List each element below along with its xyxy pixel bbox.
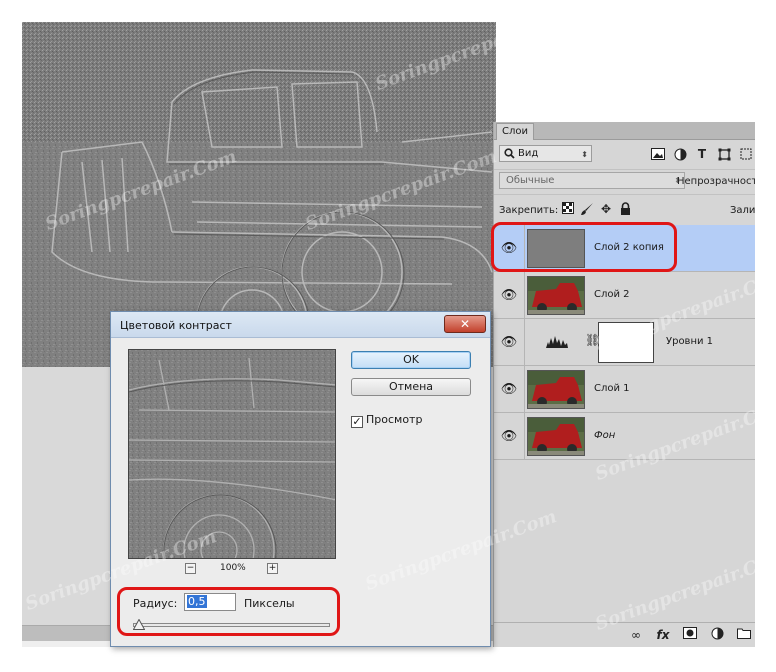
blend-mode-value: Обычные bbox=[506, 175, 555, 186]
layers-panel: Слои Вид ⬍ T Обычные ⬍ Непрозрачнос Закр… bbox=[493, 122, 755, 647]
lock-transparent-pixels-icon[interactable] bbox=[561, 202, 575, 216]
tab-layers[interactable]: Слои bbox=[496, 123, 534, 140]
lock-row: Закрепить: ✥ Залив bbox=[494, 194, 755, 222]
levels-histogram-icon bbox=[546, 336, 568, 348]
eye-visibility-icon[interactable]: 👁 bbox=[494, 272, 525, 318]
layer-name[interactable]: Слой 2 bbox=[594, 289, 630, 300]
add-mask-icon[interactable] bbox=[681, 627, 699, 643]
layer-filter-row: Вид ⬍ T bbox=[494, 141, 755, 166]
eye-visibility-icon[interactable]: 👁 bbox=[494, 413, 525, 459]
layer-row-slot-1[interactable]: 👁 Слой 1 bbox=[494, 366, 755, 413]
layer-name[interactable]: Уровни 1 bbox=[666, 336, 713, 347]
dialog-title: Цветовой контраст bbox=[120, 319, 232, 332]
zoom-in-button[interactable]: + bbox=[267, 563, 278, 574]
lock-all-icon[interactable] bbox=[618, 202, 632, 216]
lock-position-move-icon[interactable]: ✥ bbox=[599, 202, 613, 216]
fill-label: Залив bbox=[730, 205, 755, 216]
eye-visibility-icon[interactable]: 👁 bbox=[494, 319, 525, 365]
filter-kind-select[interactable]: Вид ⬍ bbox=[499, 145, 592, 162]
close-button[interactable]: ✕ bbox=[444, 315, 486, 333]
blend-row: Обычные ⬍ Непрозрачность: bbox=[494, 169, 755, 191]
highlight-frame-layer bbox=[491, 222, 677, 272]
lock-image-pixels-brush-icon[interactable] bbox=[580, 202, 594, 216]
cancel-button[interactable]: Отмена bbox=[351, 378, 471, 396]
filter-kind-value: Вид bbox=[518, 148, 539, 159]
filter-preview[interactable] bbox=[128, 349, 336, 559]
blend-mode-select[interactable]: Обычные ⬍ bbox=[499, 172, 685, 189]
image-filter-icon[interactable] bbox=[650, 146, 666, 162]
layer-name[interactable]: Слой 1 bbox=[594, 383, 630, 394]
new-group-folder-icon[interactable] bbox=[735, 627, 753, 643]
layer-thumbnail bbox=[527, 417, 585, 456]
link-layers-icon[interactable]: ∞ bbox=[627, 627, 645, 643]
highlight-frame-radius bbox=[117, 587, 340, 636]
layer-thumbnail bbox=[527, 370, 585, 409]
layer-thumbnail bbox=[527, 276, 585, 315]
shape-filter-icon[interactable] bbox=[716, 146, 732, 162]
checkbox-checked-icon[interactable]: ✓ bbox=[351, 416, 363, 428]
zoom-level: 100% bbox=[220, 563, 246, 573]
type-filter-icon[interactable]: T bbox=[694, 146, 710, 162]
layer-name[interactable]: Фон bbox=[594, 430, 615, 441]
search-icon bbox=[504, 148, 515, 159]
panel-tabbar: Слои bbox=[494, 122, 755, 140]
new-adjustment-layer-icon[interactable] bbox=[708, 627, 726, 643]
dialog-titlebar[interactable]: Цветовой контраст ✕ bbox=[111, 312, 490, 338]
ok-button[interactable]: OK bbox=[351, 351, 471, 369]
preview-checkbox[interactable]: ✓ Просмотр bbox=[351, 413, 422, 428]
adjustment-filter-icon[interactable] bbox=[672, 146, 688, 162]
smart-object-filter-icon[interactable] bbox=[738, 146, 754, 162]
preview-checkbox-label: Просмотр bbox=[366, 413, 423, 426]
zoom-controls: − 100% + bbox=[185, 563, 285, 577]
preview-image bbox=[129, 350, 335, 558]
opacity-label: Непрозрачность: bbox=[677, 176, 755, 187]
zoom-out-button[interactable]: − bbox=[185, 563, 196, 574]
lock-label: Закрепить: bbox=[499, 205, 559, 216]
eye-visibility-icon[interactable]: 👁 bbox=[494, 366, 525, 412]
updown-arrow-icon: ⬍ bbox=[581, 150, 588, 159]
fx-layer-style-icon[interactable]: fx bbox=[654, 627, 672, 643]
